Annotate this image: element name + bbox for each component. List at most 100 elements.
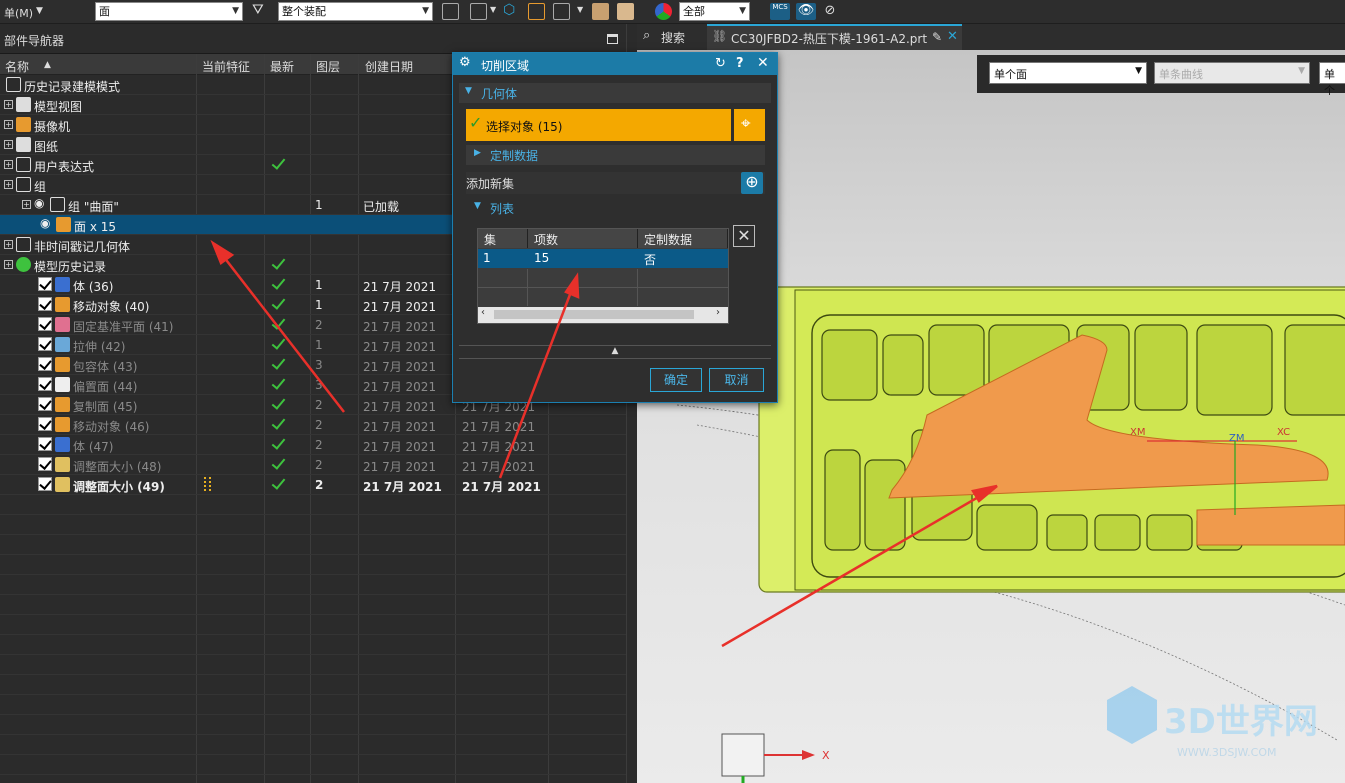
column-name[interactable]: 名称 [5, 58, 29, 75]
eye-icon[interactable]: 👁 [796, 3, 816, 20]
snap-point-icon[interactable] [553, 3, 570, 20]
hexagon-icon[interactable]: ⬡ [503, 2, 515, 18]
sort-ascending-icon[interactable]: ▲ [44, 60, 51, 70]
mcs-visibility-icon[interactable]: MCS [770, 3, 790, 20]
solid-body-icon[interactable] [528, 3, 545, 20]
table-row[interactable]: 1 15 否 [478, 249, 728, 268]
reset-icon[interactable]: ↻ [715, 56, 726, 71]
visibility-checkbox[interactable] [38, 317, 52, 331]
close-icon[interactable]: ✕ [947, 29, 958, 44]
visibility-checkbox[interactable] [38, 377, 52, 391]
tree-row[interactable]: 调整面大小 (48) 2 21 7月 2021 21 7月 2021 [0, 455, 626, 475]
visibility-checkbox[interactable] [38, 277, 52, 291]
eye-icon[interactable]: ◉ [34, 196, 44, 210]
collapse-toggle[interactable]: ▲ [459, 345, 771, 359]
select-object-bar[interactable]: ✓ 选择对象 (15) [466, 109, 731, 141]
close-icon[interactable]: ✕ [757, 55, 769, 71]
latest-check-icon [270, 296, 286, 312]
add-set-button[interactable]: ⊕ [741, 172, 763, 194]
tab-bar: ⌕ 搜索 ⛓ CC30JFBD2-热压下模-1961-A2.prt ✎ ✕ [637, 24, 1345, 50]
list-section-header[interactable]: ▼ 列表 [466, 199, 765, 217]
expand-icon[interactable]: + [22, 200, 31, 209]
expand-icon[interactable]: + [4, 260, 13, 269]
latest-check-icon [270, 276, 286, 292]
visibility-select[interactable]: 全部 ▼ [679, 2, 750, 21]
add-new-set-label: 添加新集 [466, 177, 515, 191]
visibility-checkbox[interactable] [38, 397, 52, 411]
expand-icon[interactable]: + [4, 140, 13, 149]
help-icon[interactable]: ? [736, 56, 744, 71]
assembly-scope-select[interactable]: 整个装配 ▼ [278, 2, 433, 21]
expand-icon[interactable]: + [4, 120, 13, 129]
empty-row [0, 675, 626, 695]
table-header-custom-data[interactable]: 定制数据 [638, 229, 728, 248]
filter-icon[interactable]: ⛛ [252, 2, 264, 18]
tree-row-date-modified: 21 7月 2021 [462, 480, 541, 494]
visibility-checkbox[interactable] [38, 357, 52, 371]
tree-row[interactable]: 移动对象 (46) 2 21 7月 2021 21 7月 2021 [0, 415, 626, 435]
tree-row-date: 21 7月 2021 [363, 360, 437, 374]
tree-row-layer: 2 [315, 438, 323, 452]
visibility-checkbox[interactable] [38, 457, 52, 471]
visibility-checkbox[interactable] [38, 437, 52, 451]
table-hscrollbar[interactable]: ‹ › [478, 307, 728, 323]
edit-icon[interactable]: ✎ [932, 30, 942, 44]
table-header-set[interactable]: 集 [478, 229, 528, 248]
tree-row-date: 21 7月 2021 [363, 340, 437, 354]
table-header-count[interactable]: 项数 [528, 229, 638, 248]
remove-set-button[interactable]: ✕ [733, 225, 755, 247]
tab-file[interactable]: ⛓ CC30JFBD2-热压下模-1961-A2.prt ✎ ✕ [707, 24, 962, 50]
body-icon [55, 277, 70, 292]
select-feature-icon[interactable] [442, 3, 459, 20]
tree-row-layer: 2 [315, 458, 323, 472]
expand-icon[interactable]: + [4, 240, 13, 249]
column-layer[interactable]: 图层 [316, 58, 340, 75]
tree-row[interactable]: 体 (47) 2 21 7月 2021 21 7月 2021 [0, 435, 626, 455]
triad-x-label: X [822, 749, 830, 762]
tree-row-layer: 2 [315, 418, 323, 432]
cancel-button[interactable]: 取消 [709, 368, 764, 392]
box-outline-icon[interactable] [617, 3, 634, 20]
expand-icon[interactable]: + [4, 160, 13, 169]
ok-button[interactable]: 确定 [650, 368, 702, 392]
chevron-left-icon[interactable]: ‹ [481, 307, 485, 318]
select-object-label: 选择对象 (15) [486, 120, 563, 134]
eye-icon[interactable]: ◉ [40, 216, 50, 230]
select-body-icon[interactable] [470, 3, 487, 20]
hide-eye-icon[interactable]: ⊘ [820, 3, 840, 20]
view-triad-box[interactable] [721, 733, 765, 777]
maximize-icon[interactable] [607, 34, 618, 44]
tab-search[interactable]: ⌕ 搜索 [637, 24, 707, 50]
folder-icon [16, 237, 31, 252]
visibility-checkbox[interactable] [38, 477, 52, 491]
visibility-checkbox[interactable] [38, 417, 52, 431]
empty-row [0, 515, 626, 535]
tree-row[interactable]: 调整面大小 (49) 2 21 7月 2021 21 7月 2021 [0, 475, 626, 495]
geometry-section-header[interactable]: ▼ 几何体 [459, 83, 771, 103]
custom-data-header[interactable]: ▶ 定制数据 [466, 145, 765, 165]
color-wheel-icon[interactable] [655, 3, 672, 20]
column-latest[interactable]: 最新 [270, 58, 294, 75]
menu-button[interactable]: 单(M) [4, 5, 33, 21]
chevron-down-icon: ▼ [739, 6, 746, 16]
visibility-checkbox[interactable] [38, 297, 52, 311]
tree-row-date: 21 7月 2021 [363, 440, 437, 454]
column-current-feature[interactable]: 当前特征 [202, 58, 250, 75]
selection-filter-select[interactable]: 面 ▼ [95, 2, 243, 21]
box-icon[interactable] [592, 3, 609, 20]
chevron-down-icon[interactable]: ▼ [577, 5, 583, 14]
expand-icon[interactable]: + [4, 180, 13, 189]
chevron-right-icon[interactable]: › [716, 307, 720, 318]
expand-icon[interactable]: + [4, 100, 13, 109]
chevron-down-icon[interactable]: ▼ [490, 5, 496, 14]
visibility-checkbox[interactable] [38, 337, 52, 351]
current-feature-icon [204, 477, 211, 491]
chevron-down-icon[interactable]: ▼ [36, 6, 43, 16]
column-created-date[interactable]: 创建日期 [365, 58, 413, 75]
face-icon [56, 217, 71, 232]
scroll-thumb[interactable] [494, 310, 694, 319]
point-dialog-button[interactable]: ⌖ [734, 109, 765, 141]
axis-zm-label: ZM [1229, 433, 1244, 444]
selected-face[interactable] [1196, 504, 1345, 546]
tree-row-date: 21 7月 2021 [363, 320, 437, 334]
